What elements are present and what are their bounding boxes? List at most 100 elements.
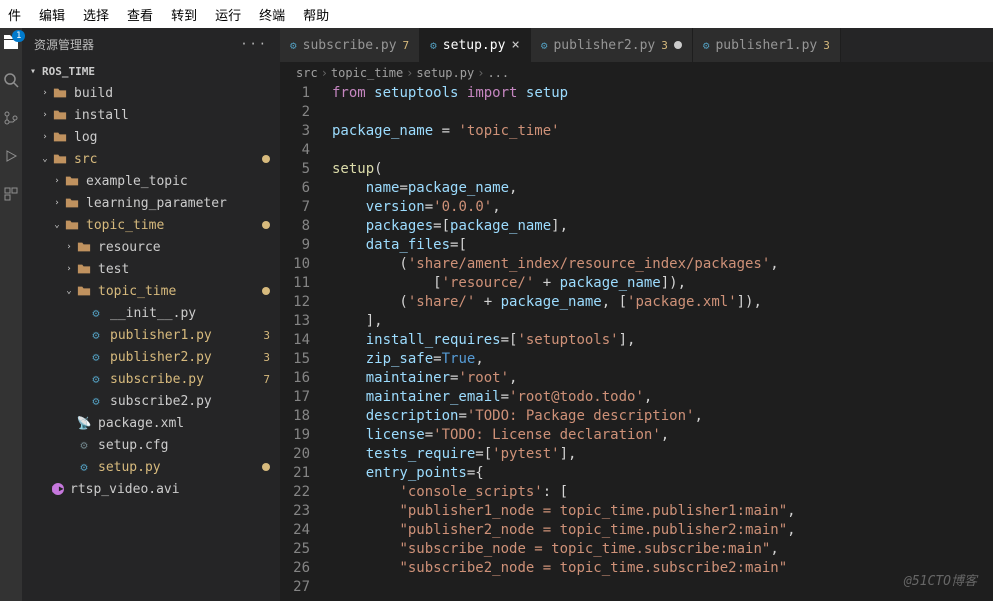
tree-row[interactable]: setup.cfg	[22, 434, 280, 456]
editor-tab[interactable]: ⚙publisher2.py3	[531, 28, 693, 62]
tree-label: publisher2.py	[110, 350, 263, 365]
tree-row[interactable]: ⌄topic_time	[22, 280, 280, 302]
problem-badge: 7	[263, 373, 270, 386]
tree-row[interactable]: › example_topic	[22, 170, 280, 192]
chevron-right-icon: ›	[477, 66, 484, 80]
tree-row[interactable]: ›log	[22, 126, 280, 148]
tree-row[interactable]: __init__.py	[22, 302, 280, 324]
folder-icon	[76, 261, 92, 277]
chevron-right-icon: ›	[40, 88, 50, 98]
editor-tab[interactable]: ⚙subscribe.py7	[280, 28, 420, 62]
sidebar: 资源管理器 ··· ▾ ROS_TIME ›build›install›log⌄…	[22, 28, 280, 601]
tree-label: src	[74, 152, 258, 167]
problem-badge: 3	[263, 351, 270, 364]
breadcrumbs[interactable]: src›topic_time›setup.py›...	[280, 62, 993, 84]
folder-icon	[52, 151, 68, 167]
folder-icon	[76, 239, 92, 255]
tree-label: rtsp_video.avi	[70, 482, 270, 497]
gear-icon	[76, 437, 92, 453]
menu-item[interactable]: 选择	[83, 5, 109, 24]
search-icon[interactable]	[3, 72, 19, 92]
modified-dot-icon	[262, 463, 270, 471]
breadcrumb-item[interactable]: setup.py	[416, 66, 474, 80]
tree-label: setup.py	[98, 460, 258, 475]
chevron-right-icon: ›	[64, 242, 74, 252]
menu-item[interactable]: 编辑	[39, 5, 65, 24]
folder-icon	[64, 173, 80, 189]
chevron-right-icon: ›	[64, 264, 74, 274]
tree-label: build	[74, 86, 270, 101]
tree-row[interactable]: subscribe2.py	[22, 390, 280, 412]
activity-bar: 1	[0, 28, 22, 601]
tab-bar: ⚙subscribe.py7⚙setup.py×⚙publisher2.py3⚙…	[280, 28, 993, 62]
python-icon	[88, 327, 104, 343]
sidebar-root[interactable]: ▾ ROS_TIME	[22, 60, 280, 82]
tree-label: resource	[98, 240, 270, 255]
tree-label: example_topic	[86, 174, 270, 189]
chevron-right-icon: ›	[52, 176, 62, 186]
folder-icon	[64, 217, 80, 233]
modified-dot-icon	[262, 155, 270, 163]
tree-row[interactable]: ›install	[22, 104, 280, 126]
python-icon	[88, 305, 104, 321]
sidebar-more-icon[interactable]: ···	[240, 37, 268, 51]
tree-label: test	[98, 262, 270, 277]
tree-row[interactable]: publisher2.py3	[22, 346, 280, 368]
close-icon[interactable]: ×	[511, 37, 519, 53]
tree-row[interactable]: ⌄src	[22, 148, 280, 170]
debug-icon[interactable]	[3, 148, 19, 168]
tree-label: topic_time	[86, 218, 258, 233]
scm-icon[interactable]	[3, 110, 19, 130]
file-tree: ›build›install›log⌄src›example_topic›lea…	[22, 82, 280, 601]
tree-row[interactable]: › learning_parameter	[22, 192, 280, 214]
tree-row[interactable]: package.xml	[22, 412, 280, 434]
tree-row[interactable]: › test	[22, 258, 280, 280]
menu-item[interactable]: 帮助	[303, 5, 329, 24]
tree-row[interactable]: › build	[22, 82, 280, 104]
tree-row[interactable]: setup.py	[22, 456, 280, 478]
tab-badge: 3	[823, 39, 830, 52]
tree-row[interactable]: subscribe.py7	[22, 368, 280, 390]
code-area[interactable]: 1234567891011121314151617181920212223242…	[280, 84, 993, 601]
menu-item[interactable]: 查看	[127, 5, 153, 24]
tree-label: log	[74, 130, 270, 145]
editor-tab[interactable]: ⚙publisher1.py3	[693, 28, 841, 62]
chevron-down-icon: ▾	[28, 66, 38, 77]
python-icon	[76, 459, 92, 475]
folder-icon	[52, 85, 68, 101]
tree-row[interactable]: › resource	[22, 236, 280, 258]
extensions-icon[interactable]	[3, 186, 19, 206]
menu-item[interactable]: 件	[8, 5, 21, 24]
tree-row[interactable]: ⌄ topic_time	[22, 214, 280, 236]
breadcrumb-item[interactable]: ...	[487, 66, 509, 80]
modified-dot-icon	[262, 287, 270, 295]
python-icon	[88, 371, 104, 387]
chevron-right-icon: ›	[40, 110, 50, 120]
video-icon: ▶	[52, 483, 64, 495]
code-lines[interactable]: from setuptools import setuppackage_name…	[328, 84, 993, 601]
folder-icon	[64, 195, 80, 211]
tab-label: publisher2.py	[553, 38, 655, 53]
tab-label: subscribe.py	[303, 38, 397, 53]
watermark: @51CTO博客	[904, 570, 977, 589]
tree-row[interactable]: publisher1.py3	[22, 324, 280, 346]
python-icon	[88, 393, 104, 409]
editor-tab[interactable]: ⚙setup.py×	[420, 28, 531, 62]
tree-row[interactable]: ▶ rtsp_video.avi	[22, 478, 280, 500]
chevron-right-icon: ›	[52, 198, 62, 208]
xml-icon	[76, 415, 92, 431]
chevron-down-icon: ⌄	[52, 220, 62, 230]
tree-label: learning_parameter	[86, 196, 270, 211]
menubar: 件编辑选择查看转到运行终端帮助	[0, 0, 993, 28]
menu-item[interactable]: 终端	[259, 5, 285, 24]
breadcrumb-item[interactable]: src	[296, 66, 318, 80]
editor: ⚙subscribe.py7⚙setup.py×⚙publisher2.py3⚙…	[280, 28, 993, 601]
menu-item[interactable]: 转到	[171, 5, 197, 24]
menu-item[interactable]: 运行	[215, 5, 241, 24]
python-icon: ⚙	[430, 39, 437, 52]
breadcrumb-item[interactable]: topic_time	[331, 66, 403, 80]
python-icon: ⚙	[541, 39, 548, 52]
problem-badge: 3	[263, 329, 270, 342]
tree-label: topic_time	[98, 284, 258, 299]
explorer-icon[interactable]: 1	[3, 34, 19, 54]
